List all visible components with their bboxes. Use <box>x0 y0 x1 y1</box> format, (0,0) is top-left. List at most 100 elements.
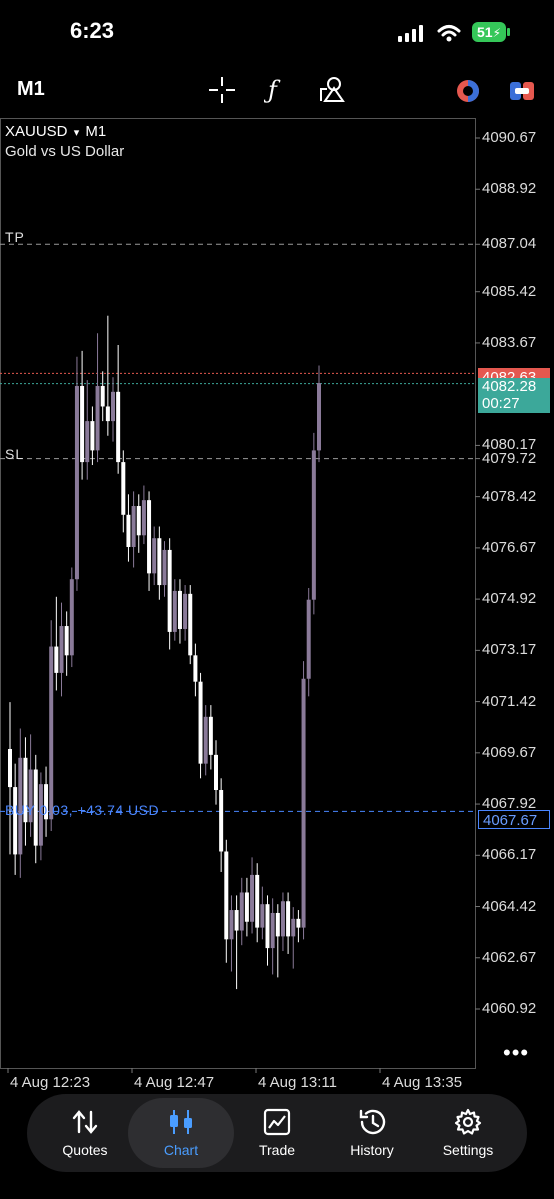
candle-body <box>306 599 311 679</box>
candle-body <box>111 391 115 422</box>
price-tick-label: 4064.42 <box>482 897 537 915</box>
candle-body <box>95 385 100 451</box>
price-tick-label: 4087.04 <box>482 235 537 253</box>
candle-body <box>239 892 244 931</box>
candle-body <box>280 901 285 937</box>
battery-indicator: 51⚡ <box>472 22 506 42</box>
bid-price-box: 4082.28 00:27 <box>478 378 550 413</box>
nav-history[interactable]: History <box>322 1094 422 1172</box>
candle-body <box>8 749 12 788</box>
price-tick-label: 4088.92 <box>482 180 537 198</box>
price-tick-label: 4076.67 <box>482 538 537 556</box>
one-click-trading-icon[interactable] <box>508 79 536 103</box>
candle-body <box>172 590 177 632</box>
charging-bolt-icon: ⚡ <box>492 26 501 40</box>
candle-body <box>126 514 131 548</box>
candle-body <box>131 506 136 548</box>
settings-gear-icon <box>454 1108 482 1135</box>
symbol-description: Gold vs US Dollar <box>5 143 125 160</box>
candle-body <box>183 593 188 629</box>
candle-body <box>116 391 121 463</box>
status-time: 6:23 <box>70 18 115 43</box>
price-tick-label: 4066.17 <box>482 846 537 864</box>
symbol-dropdown-icon[interactable]: ▾ <box>74 127 80 139</box>
price-tick-label: 4090.67 <box>482 129 537 146</box>
take-profit-label: TP <box>5 229 25 245</box>
candle-body <box>69 579 74 656</box>
timeframe-button[interactable]: M1 <box>17 78 45 101</box>
battery-cap <box>507 28 510 36</box>
nav-settings[interactable]: Settings <box>418 1094 518 1172</box>
bid-price: 4082.28 <box>482 378 537 395</box>
more-menu-icon[interactable]: ••• <box>503 1040 529 1066</box>
candle-body <box>286 901 291 937</box>
candle-body <box>311 450 316 600</box>
price-tick-label: 4079.72 <box>482 449 537 467</box>
candle-body <box>188 593 193 656</box>
wifi-icon <box>437 25 461 42</box>
candle-body <box>167 549 172 632</box>
time-tick-label: 4 Aug 13:35 <box>382 1074 463 1091</box>
candle-body <box>255 874 260 928</box>
candle-body <box>85 421 90 463</box>
nav-history-label: History <box>350 1142 394 1158</box>
time-tick-label: 4 Aug 13:11 <box>258 1074 337 1091</box>
trading-signal-icon[interactable] <box>454 77 482 105</box>
candle-body <box>157 538 162 586</box>
position-label[interactable]: BUY 0.03, +43.74 USD <box>5 802 159 818</box>
candle-body <box>177 590 182 629</box>
candle-body <box>224 851 229 940</box>
candle-body <box>13 787 18 855</box>
candle-body <box>296 918 301 928</box>
nav-quotes[interactable]: Quotes <box>35 1094 135 1172</box>
candle-body <box>147 500 152 574</box>
price-chart[interactable] <box>0 118 554 1073</box>
candle-body <box>203 716 208 764</box>
position-price-box: 4067.67 <box>478 810 550 829</box>
time-tick-label: 4 Aug 12:47 <box>134 1074 215 1091</box>
candle-body <box>105 406 110 422</box>
candle-body <box>54 646 59 673</box>
candle-body <box>291 918 296 937</box>
candle-body <box>244 892 249 922</box>
candle-body <box>74 385 79 580</box>
candle-body <box>193 655 198 682</box>
stop-loss-label: SL <box>5 446 25 462</box>
nav-settings-label: Settings <box>442 1142 494 1158</box>
crosshair-icon[interactable] <box>208 76 236 104</box>
candle-body <box>90 421 95 451</box>
candle-body <box>49 646 54 820</box>
price-tick-label: 4073.17 <box>482 641 537 659</box>
signal-icon <box>398 25 423 42</box>
objects-icon[interactable] <box>317 75 345 103</box>
candle-body <box>136 506 141 536</box>
candle-body <box>250 874 255 922</box>
symbol-header[interactable]: XAUUSD ▾ M1 <box>5 123 106 140</box>
indicator-f-icon[interactable]: ƒ <box>264 76 290 104</box>
price-tick-label: 4078.42 <box>482 487 537 505</box>
nav-trade[interactable]: Trade <box>227 1094 327 1172</box>
candle-body <box>234 910 239 931</box>
nav-chart[interactable]: Chart <box>131 1094 231 1172</box>
candle-body <box>208 716 213 755</box>
candle-body <box>265 904 270 949</box>
price-tick-label: 4085.42 <box>482 282 537 300</box>
candle-body <box>162 549 167 586</box>
candle-body <box>121 462 126 515</box>
price-tick-label: 4060.92 <box>482 1000 537 1017</box>
candle-body <box>270 912 275 949</box>
battery-level: 51 <box>476 24 493 40</box>
price-tick-label: 4069.67 <box>482 743 537 761</box>
candle-body <box>301 678 306 928</box>
time-tick-label: 4 Aug 12:23 <box>10 1074 91 1091</box>
nav-chart-label: Chart <box>163 1142 199 1158</box>
candle-body <box>275 912 280 937</box>
symbol-name: XAUUSD <box>5 123 68 140</box>
price-tick-label: 4083.67 <box>482 333 537 351</box>
candle-body <box>214 754 218 791</box>
candle-body <box>80 385 85 463</box>
candle-body <box>64 626 69 656</box>
price-tick-label: 4071.42 <box>482 692 537 710</box>
history-clock-icon <box>359 1109 386 1135</box>
price-tick-label: 4062.67 <box>482 948 537 966</box>
